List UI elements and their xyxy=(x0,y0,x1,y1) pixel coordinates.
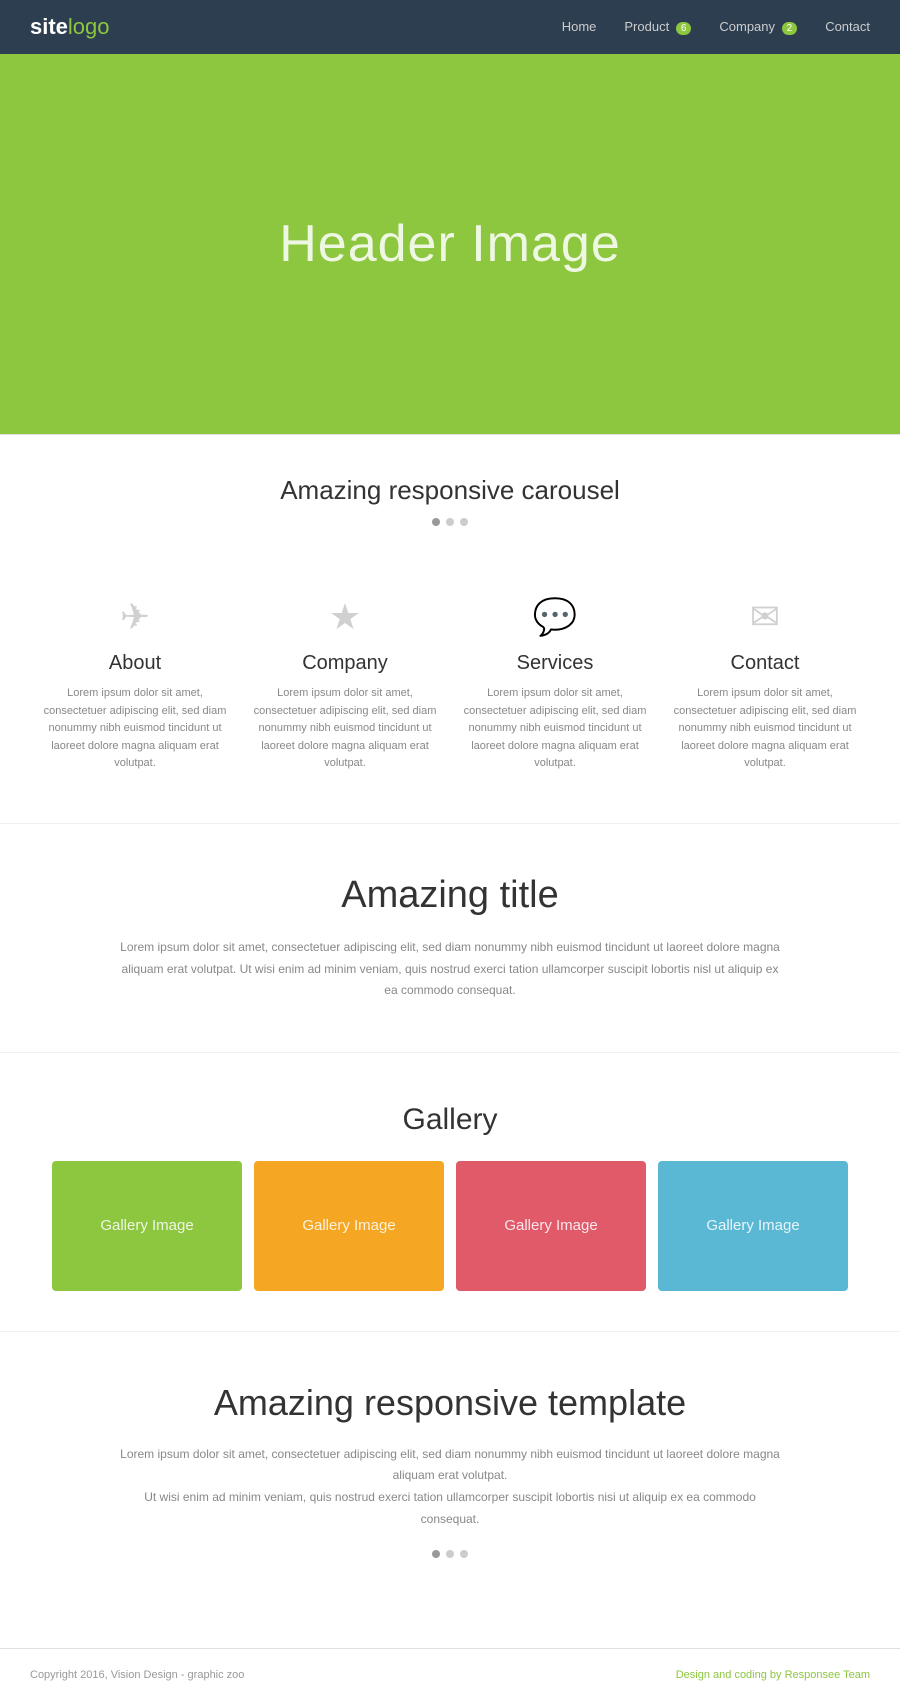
company-badge: 2 xyxy=(782,22,798,35)
template-section: Amazing responsive template Lorem ipsum … xyxy=(0,1331,900,1648)
features-section: ✈ About Lorem ipsum dolor sit amet, cons… xyxy=(0,576,900,823)
logo-site-text: site xyxy=(30,14,68,40)
hero-section: Header Image xyxy=(0,54,900,434)
nav-item-company[interactable]: Company 2 xyxy=(719,18,797,36)
about-icon: ✈ xyxy=(35,596,235,638)
hero-title: Header Image xyxy=(279,214,621,274)
feature-company: ★ Company Lorem ipsum dolor sit amet, co… xyxy=(245,596,445,773)
nav-link-home[interactable]: Home xyxy=(562,19,597,34)
template-dots xyxy=(120,1550,780,1558)
feature-services: 💬 Services Lorem ipsum dolor sit amet, c… xyxy=(455,596,655,773)
nav-item-home[interactable]: Home xyxy=(562,18,597,36)
feature-contact: ✉ Contact Lorem ipsum dolor sit amet, co… xyxy=(665,596,865,773)
amazing-section: Amazing title Lorem ipsum dolor sit amet… xyxy=(0,823,900,1052)
logo-logo-text: logo xyxy=(68,14,110,40)
nav-item-product[interactable]: Product 6 xyxy=(624,18,691,36)
template-dot-3[interactable] xyxy=(460,1550,468,1558)
footer-copyright: Copyright 2016, Vision Design - graphic … xyxy=(30,1669,244,1681)
gallery-grid: Gallery Image Gallery Image Gallery Imag… xyxy=(30,1161,870,1291)
feature-about: ✈ About Lorem ipsum dolor sit amet, cons… xyxy=(35,596,235,773)
gallery-item-1-label: Gallery Image xyxy=(100,1217,193,1234)
template-text: Lorem ipsum dolor sit amet, consectetuer… xyxy=(120,1444,780,1530)
amazing-title: Amazing title xyxy=(120,874,780,917)
company-icon: ★ xyxy=(245,596,445,638)
gallery-item-1[interactable]: Gallery Image xyxy=(52,1161,242,1291)
gallery-title: Gallery xyxy=(30,1103,870,1137)
gallery-section: Gallery Gallery Image Gallery Image Gall… xyxy=(0,1052,900,1331)
navbar: sitelogo Home Product 6 Company 2 Contac… xyxy=(0,0,900,54)
carousel-dots xyxy=(30,518,870,526)
feature-about-title: About xyxy=(35,652,235,675)
nav-link-company[interactable]: Company 2 xyxy=(719,19,797,34)
gallery-item-2[interactable]: Gallery Image xyxy=(254,1161,444,1291)
gallery-item-3-label: Gallery Image xyxy=(504,1217,597,1234)
contact-icon: ✉ xyxy=(665,596,865,638)
amazing-text: Lorem ipsum dolor sit amet, consectetuer… xyxy=(120,937,780,1002)
carousel-dot-2[interactable] xyxy=(446,518,454,526)
gallery-item-3[interactable]: Gallery Image xyxy=(456,1161,646,1291)
template-title: Amazing responsive template xyxy=(120,1382,780,1424)
footer-credit: Design and coding by Responsee Team xyxy=(676,1669,870,1681)
carousel-dot-3[interactable] xyxy=(460,518,468,526)
gallery-item-2-label: Gallery Image xyxy=(302,1217,395,1234)
feature-company-text: Lorem ipsum dolor sit amet, consectetuer… xyxy=(245,685,445,773)
nav-links: Home Product 6 Company 2 Contact xyxy=(562,18,870,36)
feature-contact-title: Contact xyxy=(665,652,865,675)
services-icon: 💬 xyxy=(455,596,655,638)
carousel-dot-1[interactable] xyxy=(432,518,440,526)
nav-item-contact[interactable]: Contact xyxy=(825,18,870,36)
template-dot-1[interactable] xyxy=(432,1550,440,1558)
feature-company-title: Company xyxy=(245,652,445,675)
footer: Copyright 2016, Vision Design - graphic … xyxy=(0,1648,900,1701)
nav-link-product[interactable]: Product 6 xyxy=(624,19,691,34)
nav-link-contact[interactable]: Contact xyxy=(825,19,870,34)
feature-about-text: Lorem ipsum dolor sit amet, consectetuer… xyxy=(35,685,235,773)
feature-services-title: Services xyxy=(455,652,655,675)
carousel-title: Amazing responsive carousel xyxy=(30,475,870,506)
gallery-item-4-label: Gallery Image xyxy=(706,1217,799,1234)
product-badge: 6 xyxy=(676,22,692,35)
template-dot-2[interactable] xyxy=(446,1550,454,1558)
carousel-section: Amazing responsive carousel xyxy=(0,434,900,576)
logo[interactable]: sitelogo xyxy=(30,14,110,40)
gallery-item-4[interactable]: Gallery Image xyxy=(658,1161,848,1291)
feature-contact-text: Lorem ipsum dolor sit amet, consectetuer… xyxy=(665,685,865,773)
feature-services-text: Lorem ipsum dolor sit amet, consectetuer… xyxy=(455,685,655,773)
